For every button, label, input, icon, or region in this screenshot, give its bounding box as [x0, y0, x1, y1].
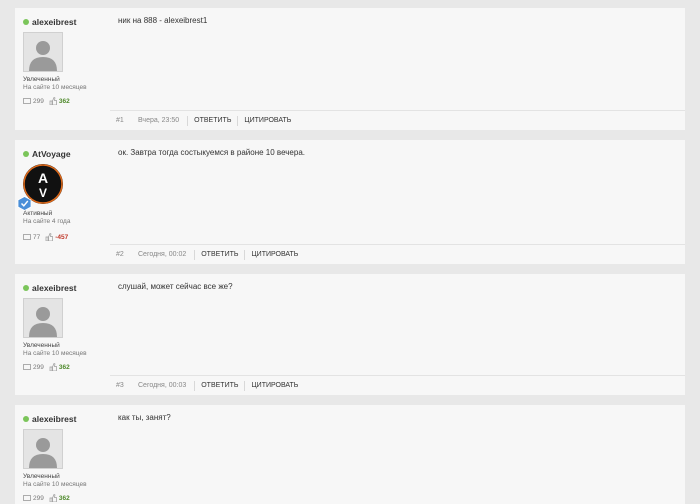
author-name[interactable]: alexeibrest: [32, 414, 76, 424]
posts-count: 299: [33, 97, 44, 105]
post-footer: #3 Сегодня, 00:03 ОТВЕТИТЬ ЦИТИРОВАТЬ: [110, 375, 685, 395]
posts-count: 299: [33, 494, 44, 502]
post-footer: #1 Вчера, 23:50 ОТВЕТИТЬ ЦИТИРОВАТЬ: [110, 110, 685, 130]
online-status-icon: [23, 19, 29, 25]
reputation-value: 362: [58, 494, 70, 502]
reply-button[interactable]: ОТВЕТИТЬ: [195, 382, 244, 389]
post-message: ок. Завтра тогда состыкуемся в районе 10…: [118, 148, 305, 157]
default-avatar-icon: [29, 41, 57, 71]
comment-icon: [23, 97, 31, 104]
post-number[interactable]: #3: [110, 382, 138, 389]
post-author-panel: AtVoyage A V Активный На сайте 4 года 77: [17, 148, 118, 241]
online-status-icon: [23, 151, 29, 157]
reply-button[interactable]: ОТВЕТИТЬ: [188, 117, 237, 124]
post-message: ник на 888 - alexeibrest1: [118, 16, 208, 25]
comment-icon: [23, 233, 31, 240]
avatar[interactable]: [23, 298, 63, 338]
rank-badge-icon: [17, 196, 32, 211]
author-name[interactable]: alexeibrest: [32, 17, 76, 27]
member-since: На сайте 10 месяцев: [23, 84, 87, 91]
posts-count: 77: [33, 233, 41, 241]
post: AtVoyage A V Активный На сайте 4 года 77: [15, 140, 685, 264]
thumb-up-icon: [49, 363, 57, 371]
author-line: AtVoyage: [23, 148, 118, 160]
avatar[interactable]: A V: [17, 164, 63, 211]
online-status-icon: [23, 285, 29, 291]
user-rank: Увлеченный: [23, 76, 60, 83]
post-author-panel: alexeibrest Увлеченный На сайте 10 месяц…: [23, 282, 118, 371]
quote-button[interactable]: ЦИТИРОВАТЬ: [238, 117, 297, 124]
quote-button[interactable]: ЦИТИРОВАТЬ: [245, 382, 304, 389]
author-name[interactable]: AtVoyage: [32, 149, 71, 159]
comment-icon: [23, 494, 31, 501]
member-since: На сайте 10 месяцев: [23, 350, 87, 357]
default-avatar-icon: [29, 438, 57, 468]
user-stats: 299 362: [23, 494, 118, 502]
avatar[interactable]: [23, 429, 63, 469]
post: alexeibrest Увлеченный На сайте 10 месяц…: [15, 274, 685, 395]
user-stats: 77 -457: [23, 233, 118, 241]
post-feed: alexeibrest Увлеченный На сайте 10 месяц…: [0, 0, 700, 504]
user-rank: Активный: [23, 210, 53, 217]
posts-count: 299: [33, 363, 44, 371]
thumb-up-icon: [45, 233, 54, 241]
thumb-up-icon: [49, 494, 57, 502]
post-date: Вчера, 23:50: [138, 117, 180, 124]
avatar-letter-a: A: [38, 170, 48, 186]
reply-button[interactable]: ОТВЕТИТЬ: [195, 251, 244, 258]
comment-icon: [23, 363, 31, 370]
post-footer: #2 Сегодня, 00:02 ОТВЕТИТЬ ЦИТИРОВАТЬ: [110, 244, 685, 264]
author-line: alexeibrest: [23, 413, 118, 425]
online-status-icon: [23, 416, 29, 422]
thumb-up-icon: [49, 97, 57, 105]
avatar-letter-v: V: [39, 186, 47, 200]
post-number[interactable]: #1: [110, 117, 138, 124]
post-message: как ты, занят?: [118, 413, 171, 422]
user-rank: Увлеченный: [23, 342, 60, 349]
author-name[interactable]: alexeibrest: [32, 283, 76, 293]
member-since: На сайте 4 года: [23, 218, 71, 225]
author-line: alexeibrest: [23, 16, 118, 28]
author-line: alexeibrest: [23, 282, 118, 294]
reputation-value: 362: [58, 97, 70, 105]
reputation-value: 362: [58, 363, 70, 371]
post-author-panel: alexeibrest Увлеченный На сайте 10 месяц…: [23, 413, 118, 502]
user-rank: Увлеченный: [23, 473, 60, 480]
member-since: На сайте 10 месяцев: [23, 481, 87, 488]
post: alexeibrest Увлеченный На сайте 10 месяц…: [15, 8, 685, 130]
post-message: слушай, может сейчас все же?: [118, 282, 233, 291]
default-avatar-icon: [29, 307, 57, 337]
user-stats: 299 362: [23, 363, 118, 371]
post-date: Сегодня, 00:02: [138, 251, 187, 258]
post-number[interactable]: #2: [110, 251, 138, 258]
user-stats: 299 362: [23, 97, 118, 105]
quote-button[interactable]: ЦИТИРОВАТЬ: [245, 251, 304, 258]
avatar[interactable]: [23, 32, 63, 72]
post-date: Сегодня, 00:03: [138, 382, 187, 389]
post: alexeibrest Увлеченный На сайте 10 месяц…: [15, 405, 685, 504]
reputation-value: -457: [55, 233, 69, 241]
post-author-panel: alexeibrest Увлеченный На сайте 10 месяц…: [23, 16, 118, 105]
